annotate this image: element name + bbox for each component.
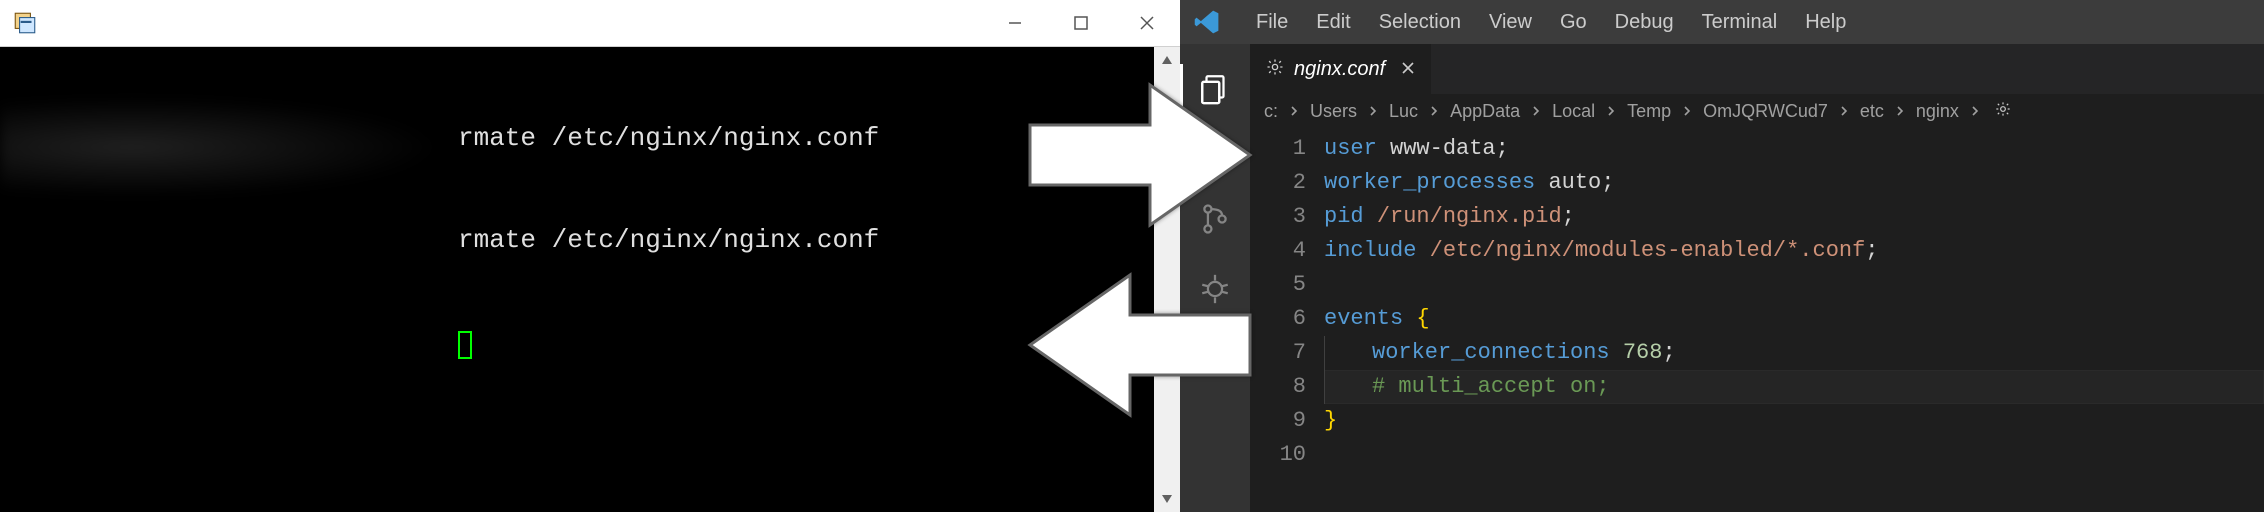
code-line[interactable]: include /etc/nginx/modules-enabled/*.con… — [1324, 234, 2264, 268]
code-line[interactable]: user www-data; — [1324, 132, 2264, 166]
code-line[interactable] — [1324, 438, 2264, 472]
chevron-right-icon — [1524, 105, 1548, 117]
code-line[interactable]: events { — [1324, 302, 2264, 336]
code-line[interactable]: } — [1324, 404, 2264, 438]
token-punct: ; — [1601, 170, 1614, 195]
line-gutter: 12345678910 — [1250, 128, 1324, 512]
token-brace: } — [1324, 408, 1337, 433]
token-punct: ; — [1562, 204, 1575, 229]
token-brace: { — [1416, 306, 1429, 331]
code-content[interactable]: user www-data;worker_processes auto;pid … — [1324, 128, 2264, 512]
terminal-redacted-area — [0, 47, 458, 512]
indent-guide — [1324, 370, 1372, 404]
token-path: /etc/nginx/modules-enabled/*.conf — [1430, 238, 1866, 263]
menu-help[interactable]: Help — [1791, 0, 1860, 44]
token-directive: include — [1324, 238, 1416, 263]
putty-body: rmate /etc/nginx/nginx.conf rmate /etc/n… — [0, 47, 1180, 512]
vscode-logo-icon — [1192, 7, 1222, 37]
tab-filename: nginx.conf — [1294, 58, 1385, 81]
vscode-menubar: FileEditSelectionViewGoDebugTerminalHelp — [1180, 0, 2264, 44]
minimize-button[interactable] — [982, 0, 1048, 46]
token-punct: ; — [1496, 136, 1509, 161]
code-line[interactable] — [1324, 268, 2264, 302]
breadcrumb[interactable]: c: Users Luc AppData Local Temp OmJQRWCud7 etc n… — [1250, 94, 2264, 128]
menu-debug[interactable]: Debug — [1601, 0, 1688, 44]
token-directive: pid — [1324, 204, 1364, 229]
token-punct: ; — [1865, 238, 1878, 263]
close-icon[interactable] — [1401, 59, 1415, 80]
code-line[interactable]: worker_connections 768; — [1324, 336, 2264, 370]
token: www-data — [1390, 136, 1496, 161]
code-editor[interactable]: 12345678910 user www-data;worker_process… — [1250, 128, 2264, 512]
token-punct: ; — [1662, 340, 1675, 365]
arrow-right-icon — [1020, 70, 1260, 240]
maximize-button[interactable] — [1048, 0, 1114, 46]
tab-nginx-conf[interactable]: nginx.conf — [1250, 44, 1432, 94]
breadcrumb-segment[interactable]: Users — [1310, 101, 1357, 122]
chevron-right-icon — [1675, 105, 1699, 117]
token-directive: worker_connections — [1372, 340, 1610, 365]
chevron-right-icon — [1282, 105, 1306, 117]
code-line[interactable]: # multi_accept on; — [1324, 370, 2264, 404]
menu-selection[interactable]: Selection — [1365, 0, 1475, 44]
gear-icon — [1266, 58, 1284, 81]
token: auto — [1548, 170, 1601, 195]
chevron-right-icon — [1422, 105, 1446, 117]
chevron-right-icon — [1832, 105, 1856, 117]
putty-app-icon — [12, 10, 38, 36]
token-directive: events — [1324, 306, 1403, 331]
putty-window: rmate /etc/nginx/nginx.conf rmate /etc/n… — [0, 0, 1180, 512]
menu-edit[interactable]: Edit — [1302, 0, 1364, 44]
chevron-right-icon — [1599, 105, 1623, 117]
breadcrumb-segment[interactable]: c: — [1264, 101, 1278, 122]
breadcrumb-segment[interactable]: OmJQRWCud7 — [1703, 101, 1828, 122]
token-directive: worker_processes — [1324, 170, 1535, 195]
menu-terminal[interactable]: Terminal — [1688, 0, 1792, 44]
menu-go[interactable]: Go — [1546, 0, 1601, 44]
menu-file[interactable]: File — [1242, 0, 1302, 44]
editor-tabs: nginx.conf — [1250, 44, 2264, 94]
vscode-window: FileEditSelectionViewGoDebugTerminalHelp — [1180, 0, 2264, 512]
scroll-down-icon[interactable] — [1154, 486, 1180, 512]
menu-view[interactable]: View — [1475, 0, 1546, 44]
token-number: 768 — [1623, 340, 1663, 365]
arrow-left-icon — [1020, 260, 1260, 430]
terminal-cursor — [458, 331, 472, 359]
line-number: 10 — [1250, 438, 1306, 472]
breadcrumb-segment[interactable]: Temp — [1627, 101, 1671, 122]
breadcrumb-segment[interactable]: nginx — [1916, 101, 1959, 122]
breadcrumb-segment[interactable]: Local — [1552, 101, 1595, 122]
close-button[interactable] — [1114, 0, 1180, 46]
chevron-right-icon — [1963, 105, 1987, 117]
code-line[interactable]: pid /run/nginx.pid; — [1324, 200, 2264, 234]
breadcrumb-segment[interactable]: AppData — [1450, 101, 1520, 122]
breadcrumb-segment[interactable]: etc — [1860, 101, 1884, 122]
token-directive: user — [1324, 136, 1377, 161]
chevron-right-icon — [1361, 105, 1385, 117]
gear-icon[interactable] — [1995, 101, 2011, 122]
breadcrumb-segment[interactable]: Luc — [1389, 101, 1418, 122]
token-path: /run/nginx.pid — [1377, 204, 1562, 229]
token-comment: # multi_accept on; — [1372, 374, 1610, 399]
putty-titlebar[interactable] — [0, 0, 1180, 47]
code-line[interactable]: worker_processes auto; — [1324, 166, 2264, 200]
indent-guide — [1324, 336, 1372, 370]
chevron-right-icon — [1888, 105, 1912, 117]
